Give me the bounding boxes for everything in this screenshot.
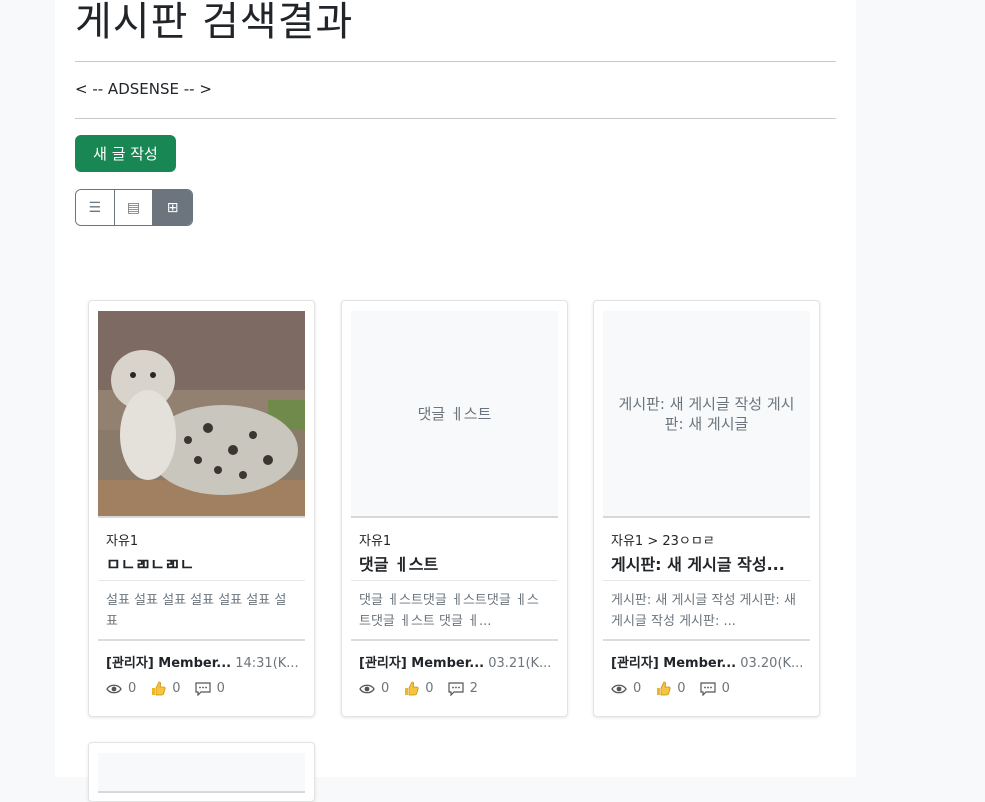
post-time: 03.21(K... <box>488 656 552 671</box>
divider <box>351 639 558 641</box>
list-icon: ☰ <box>88 199 102 216</box>
post-excerpt: 설표 설표 설표 설표 설표 설표 설표 <box>106 593 287 629</box>
post-excerpt: 게시판: 새 게시글 작성 게시판: 새 게시글 작성 게시판: ... <box>611 593 796 629</box>
grid-view-button[interactable]: ⊞ <box>153 190 192 225</box>
post-card[interactable]: 게시판: 새 게시글 작성 게시판: 새 게시글 자유1 > 23ㅇㅁㄹ 게시판… <box>593 300 820 717</box>
divider <box>603 639 810 641</box>
divider <box>75 61 836 62</box>
views-stat: 0 <box>359 681 389 696</box>
post-thumbnail-placeholder[interactable]: 댓글 ㅔ스트 <box>351 311 558 518</box>
post-stats: 0 0 0 <box>106 681 225 696</box>
comments-stat: 2 <box>447 681 478 696</box>
post-title[interactable]: 댓글 ㅔ스트 <box>359 551 552 575</box>
comments-count: 2 <box>469 681 478 696</box>
views-stat: 0 <box>611 681 641 696</box>
post-category: 자유1 <box>106 534 139 549</box>
post-title[interactable]: 게시판: 새 게시글 작성... <box>611 551 804 575</box>
post-author: [관리자] Member... <box>359 656 485 671</box>
views-count: 0 <box>128 681 137 696</box>
post-thumbnail[interactable] <box>98 311 305 518</box>
comments-count: 0 <box>216 681 225 696</box>
likes-count: 0 <box>172 681 181 696</box>
detail-list-view-button[interactable]: ▤ <box>114 190 154 225</box>
post-thumbnail-placeholder[interactable] <box>98 753 305 793</box>
main-container: 게시판 검색결과 < -- ADSENSE -- > 새 글 작성 ☰ ▤ ⊞ <box>55 0 856 802</box>
thumbnail-text: 게시판: 새 게시글 작성 게시판: 새 게시글 <box>618 394 795 433</box>
views-count: 0 <box>381 681 390 696</box>
post-card[interactable] <box>88 742 315 802</box>
page-title: 게시판 검색결과 <box>75 0 354 45</box>
detail-list-icon: ▤ <box>126 199 141 216</box>
divider <box>75 118 836 119</box>
comments-stat: 0 <box>194 681 225 696</box>
likes-stat: 0 <box>403 681 434 696</box>
new-post-button[interactable]: 새 글 작성 <box>75 135 176 172</box>
post-stats: 0 0 2 <box>359 681 478 696</box>
post-author: [관리자] Member... <box>106 656 232 671</box>
view-mode-toggle: ☰ ▤ ⊞ <box>75 189 193 226</box>
likes-stat: 0 <box>150 681 181 696</box>
post-time: 03.20(K... <box>740 656 804 671</box>
likes-stat: 0 <box>655 681 686 696</box>
post-thumbnail-placeholder[interactable]: 게시판: 새 게시글 작성 게시판: 새 게시글 <box>603 311 810 518</box>
eye-icon <box>359 682 375 696</box>
post-meta: [관리자] Member... 03.20(K... <box>611 652 811 671</box>
post-meta: [관리자] Member... 03.21(K... <box>359 652 559 671</box>
divider <box>603 580 810 581</box>
list-view-button[interactable]: ☰ <box>76 190 115 225</box>
divider <box>351 580 558 581</box>
divider <box>98 580 305 581</box>
likes-count: 0 <box>425 681 434 696</box>
post-category: 자유1 <box>359 534 392 549</box>
snow-leopard-image <box>98 311 305 516</box>
comments-count: 0 <box>721 681 730 696</box>
divider <box>98 639 305 641</box>
eye-icon <box>611 682 627 696</box>
post-author: [관리자] Member... <box>611 656 737 671</box>
thumbnail-text: 댓글 ㅔ스트 <box>417 404 492 423</box>
thumbs-up-icon <box>403 681 419 696</box>
views-stat: 0 <box>106 681 136 696</box>
likes-count: 0 <box>677 681 686 696</box>
post-title[interactable]: ㅁㄴㄻㄴㄻㄴ <box>106 551 299 575</box>
comment-icon <box>194 681 211 696</box>
comments-stat: 0 <box>699 681 730 696</box>
comment-icon <box>699 681 716 696</box>
views-count: 0 <box>633 681 642 696</box>
comment-icon <box>447 681 464 696</box>
adsense-placeholder: < -- ADSENSE -- > <box>75 80 212 98</box>
grid-icon: ⊞ <box>166 199 179 216</box>
thumbs-up-icon <box>150 681 166 696</box>
thumbs-up-icon <box>655 681 671 696</box>
post-card[interactable]: 댓글 ㅔ스트 자유1 댓글 ㅔ스트 댓글 ㅔ스트댓글 ㅔ스트댓글 ㅔ스트댓글 ㅔ… <box>341 300 568 717</box>
eye-icon <box>106 682 122 696</box>
post-time: 14:31(K... <box>235 656 299 671</box>
post-card[interactable]: 자유1 ㅁㄴㄻㄴㄻㄴ 설표 설표 설표 설표 설표 설표 설표 [관리자] Me… <box>88 300 315 717</box>
post-excerpt: 댓글 ㅔ스트댓글 ㅔ스트댓글 ㅔ스트댓글 ㅔ스트 댓글 ㅔ... <box>359 593 539 629</box>
post-meta: [관리자] Member... 14:31(K... <box>106 652 306 671</box>
post-category: 자유1 > 23ㅇㅁㄹ <box>611 534 715 549</box>
post-stats: 0 0 0 <box>611 681 730 696</box>
